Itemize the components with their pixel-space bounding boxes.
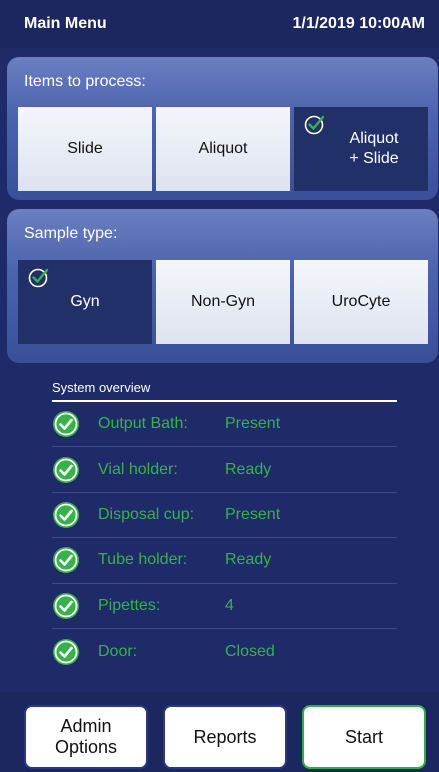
reports-label: Reports bbox=[193, 726, 257, 747]
sample-type-panel: Sample type: Gyn Non-Gyn UroCyte bbox=[7, 209, 438, 363]
aliquot-option-button[interactable]: Aliquot bbox=[156, 107, 290, 191]
start-label: Start bbox=[344, 726, 383, 747]
option-label-line1: Aliquot bbox=[349, 130, 399, 147]
header-bar: Main Menu 1/1/2019 10:00AM bbox=[0, 0, 439, 48]
selected-check-icon bbox=[304, 115, 325, 135]
slide-option-button[interactable]: Slide bbox=[18, 107, 152, 191]
reports-button[interactable]: Reports bbox=[163, 705, 287, 769]
option-label: UroCyte bbox=[331, 293, 391, 310]
status-value: Closed bbox=[225, 642, 275, 660]
items-panel-title: Items to process: bbox=[24, 73, 146, 90]
system-overview: System overview Output Bath: Present Vial … bbox=[52, 380, 397, 674]
option-label: Gyn bbox=[70, 293, 100, 310]
sample-option-row: Gyn Non-Gyn UroCyte bbox=[18, 260, 428, 344]
system-overview-title: System overview bbox=[52, 380, 397, 402]
sample-panel-title: Sample type: bbox=[24, 225, 118, 242]
status-label: Vial holder: bbox=[98, 460, 178, 478]
status-value: Present bbox=[225, 505, 281, 523]
status-label: Output Bath: bbox=[98, 415, 188, 433]
check-circle-icon bbox=[53, 456, 79, 483]
non-gyn-option-button[interactable]: Non-Gyn bbox=[156, 260, 290, 344]
gyn-option-button[interactable]: Gyn bbox=[18, 260, 152, 344]
status-row: Vial holder: Ready bbox=[52, 447, 397, 493]
admin-options-button[interactable]: Admin Options bbox=[24, 705, 148, 769]
status-value: Present bbox=[225, 415, 281, 433]
status-row: Output Bath: Present bbox=[52, 402, 397, 448]
option-label-group: Aliquot + Slide bbox=[349, 129, 398, 169]
status-label: Disposal cup: bbox=[98, 505, 195, 523]
status-row: Disposal cup: Present bbox=[52, 493, 397, 539]
items-option-row: Slide Aliquot Aliquot + Slide bbox=[18, 107, 428, 191]
aliquot-slide-option-button[interactable]: Aliquot + Slide bbox=[294, 107, 428, 191]
check-circle-icon bbox=[53, 592, 79, 619]
status-list: Output Bath: Present Vial holder: Ready Disp… bbox=[52, 402, 397, 674]
status-value: Ready bbox=[225, 551, 272, 569]
status-row: Pipettes: 4 bbox=[52, 584, 397, 629]
check-circle-icon bbox=[53, 501, 79, 528]
option-label-line2: + Slide bbox=[349, 150, 399, 167]
option-label: Non-Gyn bbox=[190, 293, 256, 310]
check-circle-icon bbox=[53, 411, 79, 438]
option-label: Aliquot bbox=[198, 140, 248, 157]
selected-check-icon bbox=[28, 268, 49, 288]
status-label: Pipettes: bbox=[98, 596, 161, 614]
admin-label-line1: Admin bbox=[60, 716, 112, 736]
date-time: 1/1/2019 10:00AM bbox=[292, 15, 425, 32]
check-circle-icon bbox=[53, 547, 79, 574]
status-label: Tube holder: bbox=[98, 551, 188, 569]
status-value: 4 bbox=[225, 596, 234, 614]
admin-label-line2: Options bbox=[54, 737, 118, 757]
option-label: Slide bbox=[67, 140, 103, 157]
status-row: Tube holder: Ready bbox=[52, 538, 397, 584]
status-label: Door: bbox=[98, 642, 138, 660]
items-to-process-panel: Items to process: Slide Aliquot Aliquot … bbox=[7, 57, 438, 200]
status-value: Ready bbox=[225, 460, 272, 478]
status-row: Door: Closed bbox=[52, 629, 397, 674]
start-button[interactable]: Start bbox=[302, 705, 426, 769]
check-circle-icon bbox=[53, 638, 79, 665]
urocyte-option-button[interactable]: UroCyte bbox=[294, 260, 428, 344]
page-title: Main Menu bbox=[24, 15, 107, 32]
